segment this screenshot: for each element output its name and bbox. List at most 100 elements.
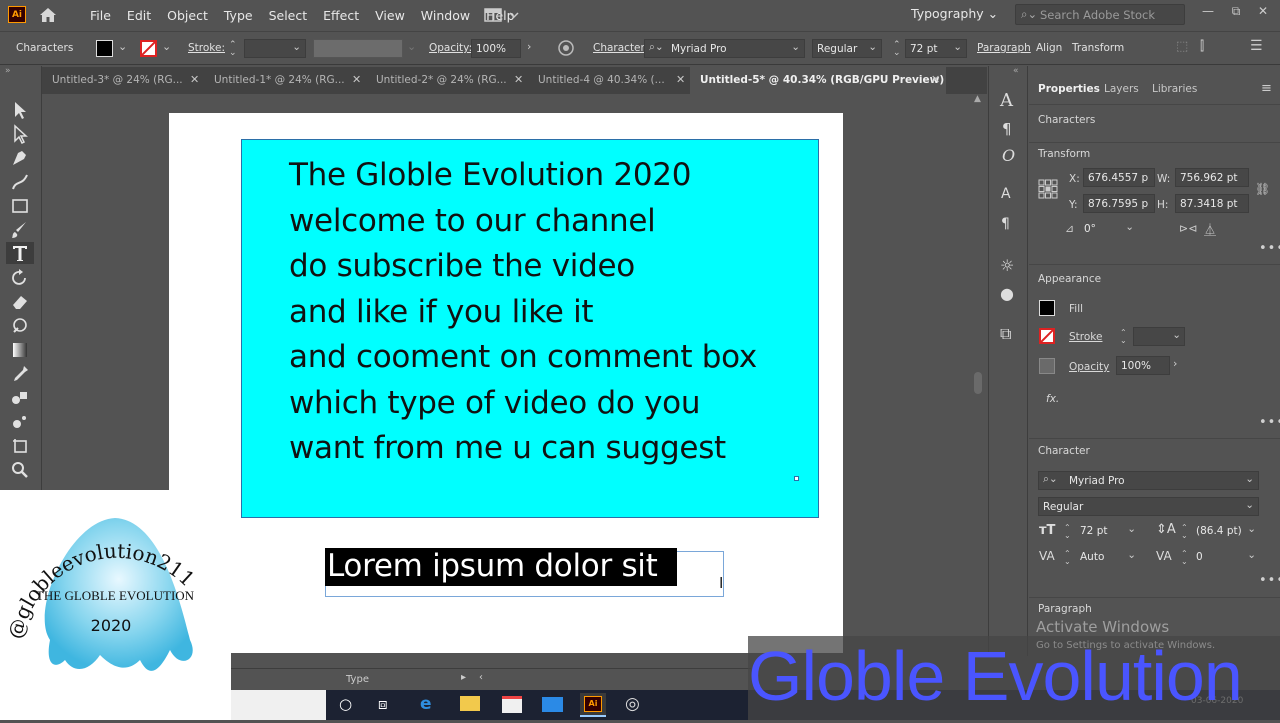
stroke-swatch[interactable] bbox=[1039, 328, 1055, 344]
store-icon[interactable] bbox=[502, 696, 522, 713]
close-icon[interactable]: ✕ bbox=[676, 73, 685, 86]
close-button[interactable]: ✕ bbox=[1253, 4, 1273, 20]
restore-button[interactable]: ⧉ bbox=[1226, 4, 1246, 20]
reference-point-icon[interactable] bbox=[1038, 179, 1058, 199]
x-field[interactable]: 676.4557 p bbox=[1083, 168, 1155, 187]
paragraph-panel-icon[interactable]: ¶ bbox=[1002, 120, 1012, 138]
y-field[interactable]: 876.7595 p bbox=[1083, 194, 1155, 213]
opentype-panel-icon[interactable]: O bbox=[1002, 146, 1015, 165]
align-options-icon[interactable]: ⫿ bbox=[1200, 39, 1204, 54]
stroke-label[interactable]: Stroke: bbox=[188, 42, 225, 54]
tab-untitled-2[interactable]: Untitled-2* @ 24% (RG... ✕ bbox=[366, 67, 528, 94]
flip-vertical-icon[interactable]: ⏅ bbox=[1204, 221, 1216, 238]
minimize-button[interactable]: — bbox=[1198, 4, 1218, 20]
tab-untitled-3[interactable]: Untitled-3* @ 24% (RG... ✕ bbox=[42, 67, 204, 94]
recolor-icon[interactable] bbox=[557, 39, 575, 57]
opacity-label[interactable]: Opacity bbox=[1069, 361, 1109, 373]
stroke-label[interactable]: Stroke bbox=[1069, 331, 1102, 343]
leading-field[interactable]: (86.4 pt) ⌄ bbox=[1192, 522, 1258, 541]
fx-button[interactable]: fx. bbox=[1046, 393, 1059, 405]
paintbrush-tool-icon[interactable] bbox=[10, 220, 30, 240]
edge-icon[interactable]: e bbox=[420, 694, 432, 714]
menu-select[interactable]: Select bbox=[261, 8, 316, 23]
selected-text[interactable]: Lorem ipsum dolor sit bbox=[327, 548, 658, 584]
stepper-icon[interactable]: ⌃ ⌄ bbox=[1181, 550, 1188, 566]
stroke-weight-field[interactable]: ⌄ bbox=[1133, 327, 1185, 346]
chevron-right-icon[interactable]: ▸ bbox=[461, 672, 466, 683]
illustrator-taskbar-button[interactable]: Ai bbox=[580, 693, 606, 717]
stepper-icon[interactable]: ⌃ ⌄ bbox=[893, 41, 901, 58]
menu-object[interactable]: Object bbox=[159, 8, 216, 23]
menu-edit[interactable]: Edit bbox=[119, 8, 159, 23]
tab-properties[interactable]: Properties bbox=[1038, 83, 1100, 95]
opacity-label[interactable]: Opacity: bbox=[429, 42, 472, 54]
transform-link[interactable]: Transform bbox=[1072, 42, 1124, 54]
constrain-proportions-icon[interactable]: ⛓ bbox=[1255, 182, 1270, 196]
more-options-icon[interactable]: ••• bbox=[1259, 573, 1280, 588]
font-style-field[interactable]: Regular ⌄ bbox=[1038, 497, 1259, 516]
menu-window[interactable]: Window bbox=[413, 8, 478, 23]
panel-menu-icon[interactable]: ☰ bbox=[1250, 38, 1263, 54]
variable-width-profile[interactable] bbox=[313, 39, 403, 58]
search-stock-input[interactable]: ⌕⌄ Search Adobe Stock bbox=[1015, 4, 1185, 25]
warp-tool-icon[interactable] bbox=[10, 316, 30, 336]
stepper-icon[interactable]: ⌃ ⌄ bbox=[1181, 524, 1188, 540]
tracking-field[interactable]: 0 ⌄ bbox=[1192, 548, 1258, 567]
font-size-field[interactable]: 72 pt ⌄ bbox=[905, 39, 967, 58]
taskbar-search[interactable] bbox=[231, 690, 326, 720]
eyedropper-tool-icon[interactable] bbox=[10, 364, 30, 384]
chevron-left-icon[interactable]: ‹ bbox=[479, 672, 483, 683]
tab-untitled-1[interactable]: Untitled-1* @ 24% (RG... ✕ bbox=[204, 67, 366, 94]
close-icon[interactable]: ✕ bbox=[190, 73, 199, 86]
character-styles-icon[interactable]: A bbox=[1001, 186, 1011, 202]
character-panel-icon[interactable]: A bbox=[1000, 90, 1013, 111]
eraser-tool-icon[interactable] bbox=[10, 292, 30, 312]
chrome-icon[interactable]: ◎ bbox=[625, 694, 640, 714]
pen-tool-icon[interactable] bbox=[10, 148, 30, 168]
mail-icon[interactable] bbox=[542, 697, 563, 712]
rotate-field[interactable]: 0° ⌄ bbox=[1080, 220, 1136, 239]
font-family-field[interactable]: ⌕⌄ Myriad Pro ⌄ bbox=[644, 39, 805, 58]
flip-horizontal-icon[interactable]: ⊳⊲ bbox=[1179, 222, 1197, 235]
stepper-icon[interactable]: ⌃ ⌄ bbox=[1120, 329, 1127, 345]
current-tool-status[interactable]: Type bbox=[346, 674, 369, 685]
font-style-field[interactable]: Regular ⌄ bbox=[812, 39, 882, 58]
stroke-weight-field[interactable]: ⌄ bbox=[244, 39, 306, 58]
selection-tool-icon[interactable] bbox=[10, 100, 30, 120]
appearance-panel-icon[interactable]: ☼ bbox=[1000, 256, 1014, 275]
chevron-right-icon[interactable]: › bbox=[1173, 357, 1177, 370]
chevron-down-icon[interactable]: ⌄ bbox=[118, 40, 127, 53]
width-field[interactable]: 756.962 pt bbox=[1175, 168, 1249, 187]
collapse-icon[interactable]: » bbox=[5, 66, 11, 76]
font-size-field[interactable]: 72 pt ⌄ bbox=[1076, 522, 1138, 541]
kerning-field[interactable]: Auto ⌄ bbox=[1076, 548, 1138, 567]
chevron-down-icon[interactable]: ⌄ bbox=[162, 40, 171, 53]
tab-layers[interactable]: Layers bbox=[1104, 83, 1139, 95]
blend-tool-icon[interactable] bbox=[10, 388, 30, 408]
stepper-icon[interactable]: ⌃ ⌄ bbox=[1064, 550, 1071, 566]
more-options-icon[interactable]: ••• bbox=[1259, 415, 1280, 430]
home-icon[interactable] bbox=[38, 6, 58, 24]
stroke-swatch[interactable] bbox=[140, 40, 157, 57]
align-link[interactable]: Align bbox=[1036, 42, 1062, 54]
rotate-tool-icon[interactable] bbox=[10, 268, 30, 288]
vertical-scrollbar[interactable]: ▲ bbox=[971, 94, 985, 654]
chevron-right-icon[interactable]: › bbox=[527, 40, 531, 53]
fill-swatch[interactable] bbox=[1039, 300, 1055, 316]
menu-file[interactable]: File bbox=[82, 8, 119, 23]
tab-untitled-5[interactable]: Untitled-5* @ 40.34% (RGB/GPU Preview) ✕ bbox=[690, 67, 946, 94]
more-options-icon[interactable]: ••• bbox=[1259, 241, 1280, 256]
isolate-icon[interactable]: ⬚ bbox=[1176, 39, 1188, 54]
type-tool-active[interactable] bbox=[6, 242, 34, 264]
file-explorer-icon[interactable] bbox=[460, 696, 480, 711]
paragraph-link[interactable]: Paragraph bbox=[977, 42, 1031, 54]
gradient-tool-icon[interactable] bbox=[10, 340, 30, 360]
tab-untitled-4[interactable]: Untitled-4 @ 40.34% (... ✕ bbox=[528, 67, 690, 94]
curvature-tool-icon[interactable] bbox=[10, 172, 30, 192]
collapse-icon[interactable]: « bbox=[1013, 66, 1019, 76]
task-view-icon[interactable]: ⧈ bbox=[378, 695, 388, 713]
close-icon[interactable]: ✕ bbox=[931, 73, 940, 86]
menu-type[interactable]: Type bbox=[216, 8, 261, 23]
character-label[interactable]: Character: bbox=[593, 42, 648, 54]
opacity-field[interactable]: 100% bbox=[1116, 356, 1170, 375]
